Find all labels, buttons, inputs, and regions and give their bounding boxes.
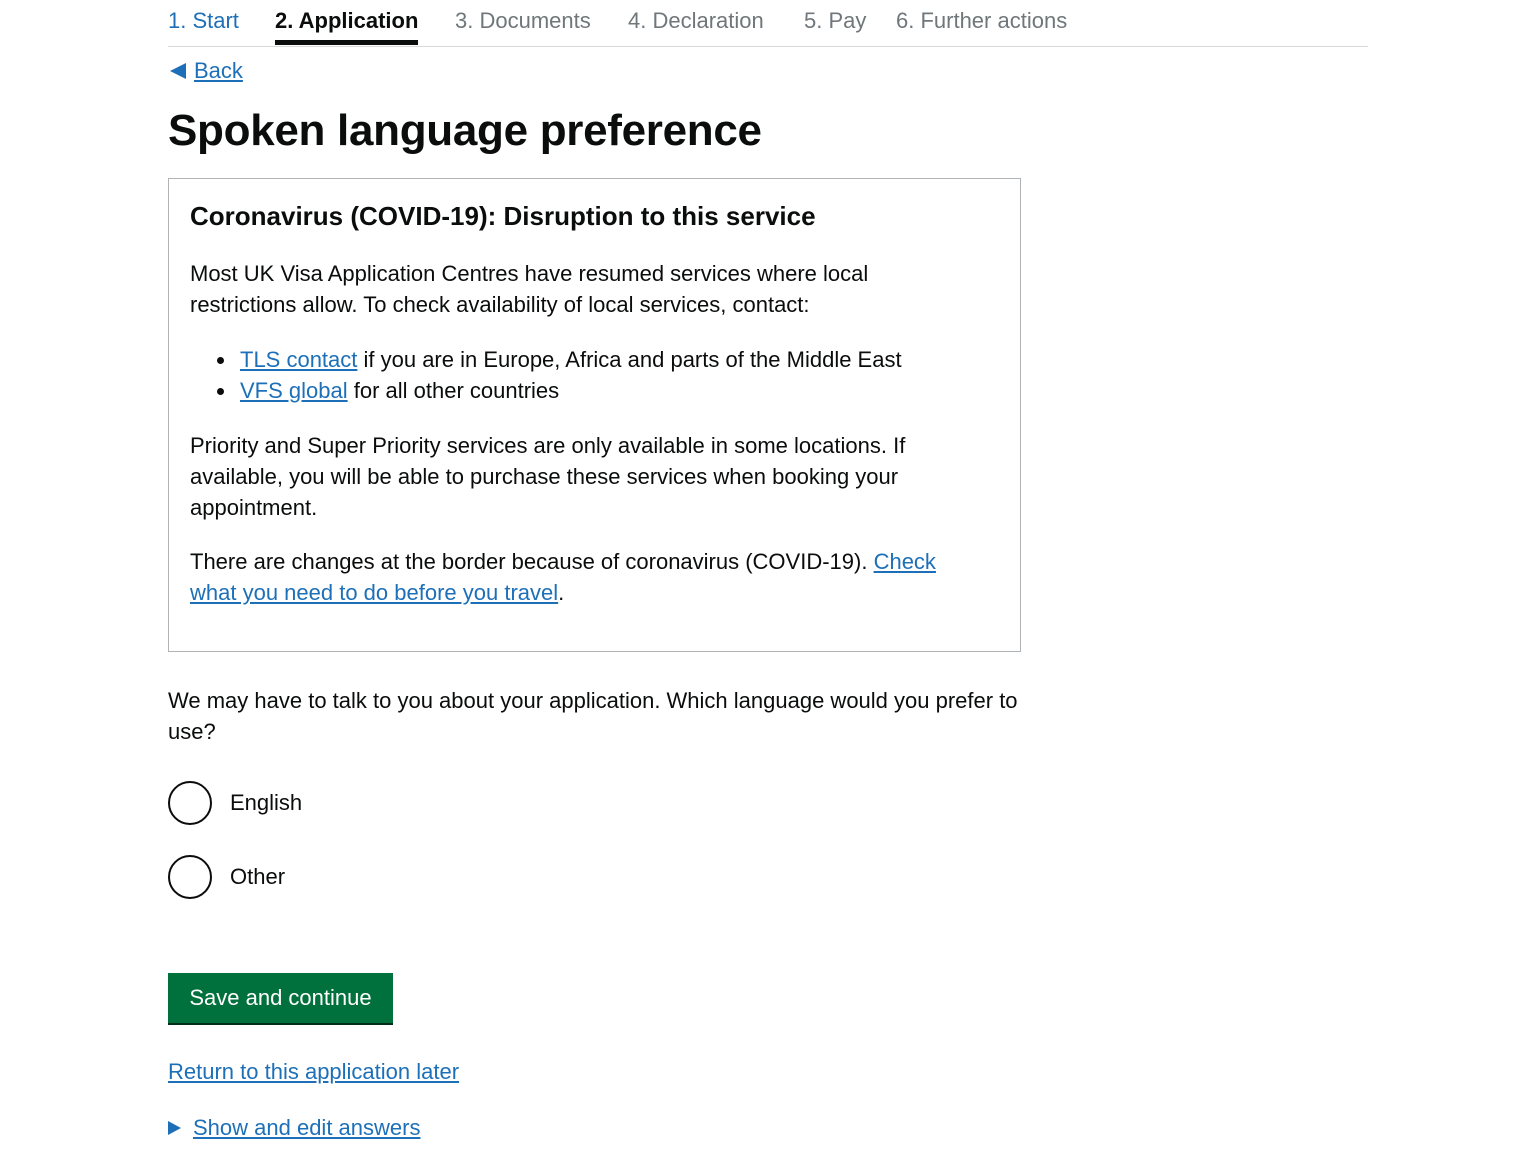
list-item-text: for all other countries (347, 378, 560, 403)
radio-english-label[interactable]: English (230, 790, 302, 816)
radio-other-label[interactable]: Other (230, 864, 285, 890)
notice-paragraph-3-end: . (558, 580, 565, 605)
save-and-continue-button[interactable]: Save and continue (168, 973, 393, 1023)
notice-contact-list: TLS contact if you are in Europe, Africa… (190, 344, 902, 406)
step-further-actions: 6. Further actions (896, 8, 1068, 33)
list-item: VFS global for all other countries (217, 375, 902, 406)
step-navigation: 1. Start 2. Application 3. Documents 4. … (168, 0, 1368, 47)
radio-english[interactable]: English (168, 781, 302, 825)
covid-notice-panel: Coronavirus (COVID-19): Disruption to th… (168, 178, 1021, 652)
caret-right-icon (168, 1121, 181, 1135)
notice-paragraph-3-text: There are changes at the border because … (190, 549, 874, 574)
step-declaration: 4. Declaration (628, 8, 764, 33)
language-question: We may have to talk to you about your ap… (168, 688, 1018, 744)
back-arrow-icon (170, 63, 186, 79)
step-pay: 5. Pay (804, 8, 867, 33)
notice-paragraph-2: Priority and Super Priority services are… (190, 433, 906, 520)
notice-paragraph-1: Most UK Visa Application Centres have re… (190, 261, 869, 317)
vfs-global-link[interactable]: VFS global (240, 378, 348, 403)
list-item: TLS contact if you are in Europe, Africa… (217, 344, 902, 375)
back-link-container[interactable]: Back (168, 56, 243, 86)
tls-contact-link[interactable]: TLS contact (240, 347, 357, 372)
list-item-text: if you are in Europe, Africa and parts o… (357, 347, 902, 372)
radio-other-circle[interactable] (168, 855, 212, 899)
step-application[interactable]: 2. Application (275, 6, 419, 45)
show-answers-toggle[interactable]: Show and edit answers (168, 1113, 420, 1143)
radio-other[interactable]: Other (168, 855, 285, 899)
page-title: Spoken language preference (168, 106, 762, 155)
notice-heading: Coronavirus (COVID-19): Disruption to th… (190, 201, 816, 231)
notice-paragraph-3: There are changes at the border because … (190, 546, 980, 608)
return-later-link[interactable]: Return to this application later (168, 1057, 459, 1087)
show-answers-link[interactable]: Show and edit answers (193, 1113, 420, 1143)
step-start[interactable]: 1. Start (168, 6, 239, 36)
back-link[interactable]: Back (194, 56, 243, 86)
radio-english-circle[interactable] (168, 781, 212, 825)
step-documents: 3. Documents (455, 8, 591, 33)
